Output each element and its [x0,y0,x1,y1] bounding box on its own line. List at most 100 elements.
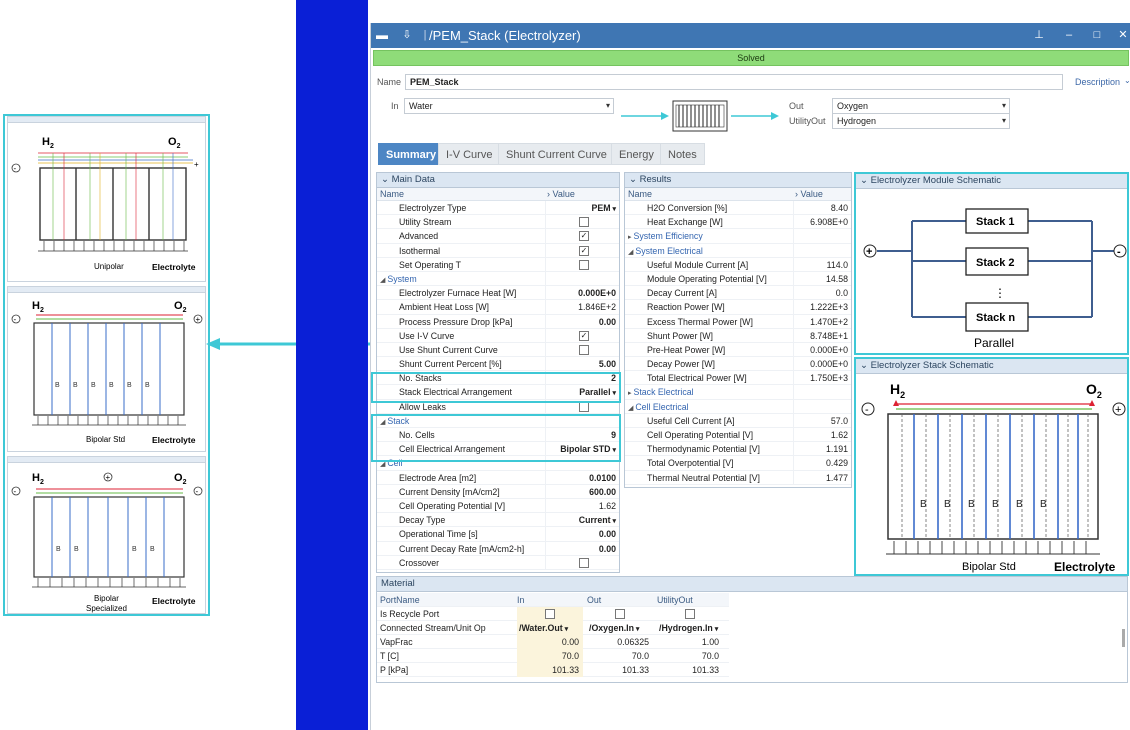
property-value: 1.222E+3 [810,302,848,313]
property-label: Process Pressure Drop [kPa] [399,316,513,327]
results-panel: ⌄ Results Name › Value H2O Conversion [%… [624,172,852,488]
description-link[interactable]: Description [1075,77,1120,87]
svg-text:B: B [150,546,155,553]
property-label: Use Shunt Current Curve [399,344,498,355]
property-value: 0.429 [825,458,848,469]
h2-label: H2 [890,381,905,400]
checkbox[interactable]: ✓ [579,231,589,242]
property-label: Reaction Power [W] [647,302,725,313]
svg-text:+: + [106,473,111,482]
utilityout-stream-select[interactable]: Hydrogen [832,113,1010,129]
recycle-port-checkbox[interactable] [545,609,555,619]
close-icon[interactable]: ✕ [1115,27,1130,43]
material-value: 0.00 [517,635,583,649]
property-row-total-electrical-power-w: Total Electrical Power [W] 1.750E+3 [625,371,851,386]
property-row-stack-electrical[interactable]: ▸ Stack Electrical [625,385,851,400]
tab-iv-curve[interactable]: I-V Curve [438,143,501,165]
property-row-utility-stream: Utility Stream [377,215,619,230]
stack-schematic-panel: ⌄ Electrolyzer Stack Schematic H2 O2 - + [854,357,1129,576]
material-cell [517,607,583,621]
property-row-cell-electrical[interactable]: ◢ Cell Electrical [625,399,851,414]
property-label: Electrolyzer Type [399,203,467,213]
property-label: Heat Exchange [W] [647,217,723,228]
property-value[interactable]: 0.00 [599,542,616,556]
maximize-icon[interactable]: □ [1089,27,1105,43]
dropdown-icon[interactable]: ⇩ [399,27,415,43]
electrolyte-label: Electrolyte [152,262,196,272]
recycle-port-checkbox[interactable] [615,609,625,619]
property-label: Module Operating Potential [V] [647,273,767,284]
svg-text:B: B [74,546,79,553]
tab-energy[interactable]: Energy [611,143,662,165]
connected-stream-dropdown[interactable]: /Oxygen.In ▾ [587,621,653,635]
property-label: Ambient Heat Loss [W] [399,302,489,313]
menu-icon[interactable]: ▬ [374,27,390,43]
tab-summary[interactable]: Summary [378,143,445,165]
svg-text:B: B [1016,499,1023,510]
property-value[interactable]: 0.00 [599,315,616,329]
main-data-header[interactable]: ⌄ Main Data [377,173,619,188]
chevron-down-icon[interactable]: ▾ [713,626,719,633]
module-schematic-header[interactable]: ⌄ Electrolyzer Module Schematic [856,174,1127,189]
tab-notes[interactable]: Notes [660,143,705,165]
property-row-system[interactable]: ◢ System [377,271,619,287]
scrollbar-thumb[interactable] [1122,629,1125,647]
property-row-system-efficiency[interactable]: ▸ System Efficiency [625,229,851,244]
property-row-useful-module-current-a: Useful Module Current [A] 114.0 [625,257,851,272]
svg-text:Stack n: Stack n [976,312,1015,324]
checkbox[interactable]: ✓ [579,330,589,341]
property-label: Use I-V Curve [399,330,455,341]
checkbox[interactable] [579,217,589,228]
name-input[interactable]: PEM_Stack [405,74,1063,90]
bipolar-specialized-diagram: H2 O2 - + - BB BB Bipolar Specialized El… [11,472,203,613]
property-value[interactable]: 0.000E+0 [578,286,616,300]
property-label: Excess Thermal Power [W] [647,316,753,327]
checkbox[interactable] [579,259,589,270]
electrolyzer-window: ▬ ⇩ | /PEM_Stack (Electrolyzer) ⊥ – □ ✕ … [370,23,1130,730]
chevron-down-icon[interactable]: ⌄ [1124,76,1130,85]
in-stream-select[interactable]: Water [404,98,614,114]
property-value[interactable]: 0.00 [599,527,616,541]
connected-stream-dropdown[interactable]: /Hydrogen.In ▾ [657,621,723,635]
o2-label: O2 [168,136,181,150]
checkbox[interactable] [579,557,589,568]
checkbox[interactable] [579,401,589,412]
module-schematic-panel: ⌄ Electrolyzer Module Schematic Stack 1 … [854,172,1129,355]
unipolar-schematic[interactable]: H2 O2 - + Unipolar Electrolyte [7,116,206,282]
material-header[interactable]: Material [377,577,1127,592]
tab-shunt-current-curve[interactable]: Shunt Current Curve [498,143,615,165]
checkbox[interactable]: ✓ [579,245,589,256]
chevron-down-icon[interactable]: ▾ [611,206,616,213]
results-column-header: Name › Value [625,188,851,201]
bipolar-std-schematic[interactable]: H2 O2 - + BB BB BB Bipolar Std Electroly… [7,286,206,452]
property-row-thermal-neutral-potential-v: Thermal Neutral Potential [V] 1.477 [625,470,851,485]
property-value: 0.000E+0 [810,359,848,370]
pin-icon[interactable]: ⊥ [1031,27,1047,43]
checkbox[interactable] [579,344,589,355]
chevron-down-icon[interactable]: ▾ [634,626,640,633]
stack-schematic-header[interactable]: ⌄ Electrolyzer Stack Schematic [856,359,1127,374]
bipolar-std-diagram: H2 O2 - + BB BB BB Bipolar Std Electroly… [11,300,203,445]
property-value[interactable]: 600.00 [589,485,616,499]
electrolyte-label: Electrolyte [152,596,196,606]
recycle-port-checkbox[interactable] [685,609,695,619]
svg-text:B: B [56,546,61,553]
property-label: Thermodynamic Potential [V] [647,444,760,455]
results-rows: H2O Conversion [%] 8.40 Heat Exchange [W] 6… [625,201,851,485]
results-header[interactable]: ⌄ Results [625,173,851,188]
bipolar-specialized-schematic[interactable]: H2 O2 - + - BB BB Bipolar Specialized El… [7,456,206,614]
property-row-advanced: Advanced ✓ [377,229,619,244]
property-label: Current Decay Rate [mA/cm2-h] [399,543,525,554]
property-value[interactable]: 0.0100 [589,471,616,485]
minimize-icon[interactable]: – [1061,27,1077,43]
property-value: 114.0 [826,259,848,270]
property-value[interactable]: 5.00 [599,357,616,371]
out-stream-select[interactable]: Oxygen [832,98,1010,114]
chevron-down-icon[interactable]: ▾ [563,626,569,633]
property-row-excess-thermal-power-w: Excess Thermal Power [W] 1.470E+2 [625,314,851,329]
chevron-down-icon[interactable]: ▾ [611,518,616,525]
connected-stream-dropdown[interactable]: /Water.Out ▾ [517,621,583,635]
material-cell [657,607,723,621]
property-row-system-electrical[interactable]: ◢ System Electrical [625,243,851,258]
property-row-cell-operating-potential-v: Cell Operating Potential [V] 1.62 [377,498,619,514]
